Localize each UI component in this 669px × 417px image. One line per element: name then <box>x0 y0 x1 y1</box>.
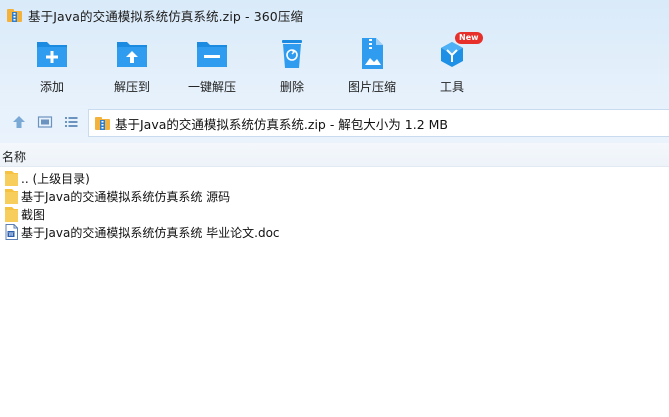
toolbar: 添加 解压到 一键解压 删除 图片压缩 New 工具 <box>0 32 669 104</box>
column-header-name[interactable]: 名称 <box>0 143 669 167</box>
extract-to-button[interactable]: 解压到 <box>97 34 167 100</box>
recycle-bin-icon <box>272 34 312 72</box>
top-chrome: 基于Java的交通模拟系统仿真系统.zip - 360压缩 添加 解压到 一键解… <box>0 0 669 143</box>
word-document-icon: W <box>5 224 18 240</box>
file-name: 截图 <box>21 207 46 222</box>
list-item-parent-dir[interactable]: .. (上级目录) <box>0 169 669 187</box>
extract-to-label: 解压到 <box>113 80 150 94</box>
add-button[interactable]: 添加 <box>17 34 87 100</box>
thumbnail-view-icon[interactable] <box>37 114 53 130</box>
window-title: 基于Java的交通模拟系统仿真系统.zip - 360压缩 <box>28 8 304 24</box>
one-click-extract-button[interactable]: 一键解压 <box>177 34 247 100</box>
folder-icon <box>5 188 18 204</box>
image-compress-button[interactable]: 图片压缩 <box>337 34 407 100</box>
add-label: 添加 <box>39 80 64 94</box>
address-row: 基于Java的交通模拟系统仿真系统.zip - 解包大小为 1.2 MB <box>0 105 669 139</box>
folder-icon <box>5 206 18 222</box>
tools-button[interactable]: New 工具 <box>417 32 487 100</box>
title-bar: 基于Java的交通模拟系统仿真系统.zip - 360压缩 <box>0 0 669 30</box>
list-item-screenshots-folder[interactable]: 截图 <box>0 205 669 223</box>
extract-to-icon <box>112 34 152 72</box>
archive-icon <box>95 116 110 130</box>
list-view-icon[interactable] <box>63 114 79 130</box>
new-badge: New <box>455 32 483 44</box>
file-name: .. (上级目录) <box>21 171 90 186</box>
svg-text:W: W <box>9 232 14 238</box>
folder-icon <box>5 170 18 186</box>
image-compress-icon <box>352 34 392 72</box>
archive-app-icon <box>7 8 22 22</box>
one-click-extract-icon <box>192 34 232 72</box>
one-click-extract-label: 一键解压 <box>187 80 236 94</box>
up-arrow-icon[interactable] <box>11 114 27 130</box>
delete-button[interactable]: 删除 <box>257 34 327 100</box>
tools-label: 工具 <box>439 80 464 94</box>
list-item-source-folder[interactable]: 基于Java的交通模拟系统仿真系统 源码 <box>0 187 669 205</box>
add-folder-icon <box>32 34 72 72</box>
address-bar[interactable]: 基于Java的交通模拟系统仿真系统.zip - 解包大小为 1.2 MB <box>88 109 669 137</box>
list-item-thesis-doc[interactable]: W 基于Java的交通模拟系统仿真系统 毕业论文.doc <box>0 223 669 241</box>
image-compress-label: 图片压缩 <box>347 80 396 94</box>
column-name-label: 名称 <box>2 150 27 164</box>
file-name: 基于Java的交通模拟系统仿真系统 源码 <box>21 189 231 204</box>
file-name: 基于Java的交通模拟系统仿真系统 毕业论文.doc <box>21 225 280 240</box>
delete-label: 删除 <box>279 80 304 94</box>
address-text: 基于Java的交通模拟系统仿真系统.zip - 解包大小为 1.2 MB <box>115 116 448 132</box>
